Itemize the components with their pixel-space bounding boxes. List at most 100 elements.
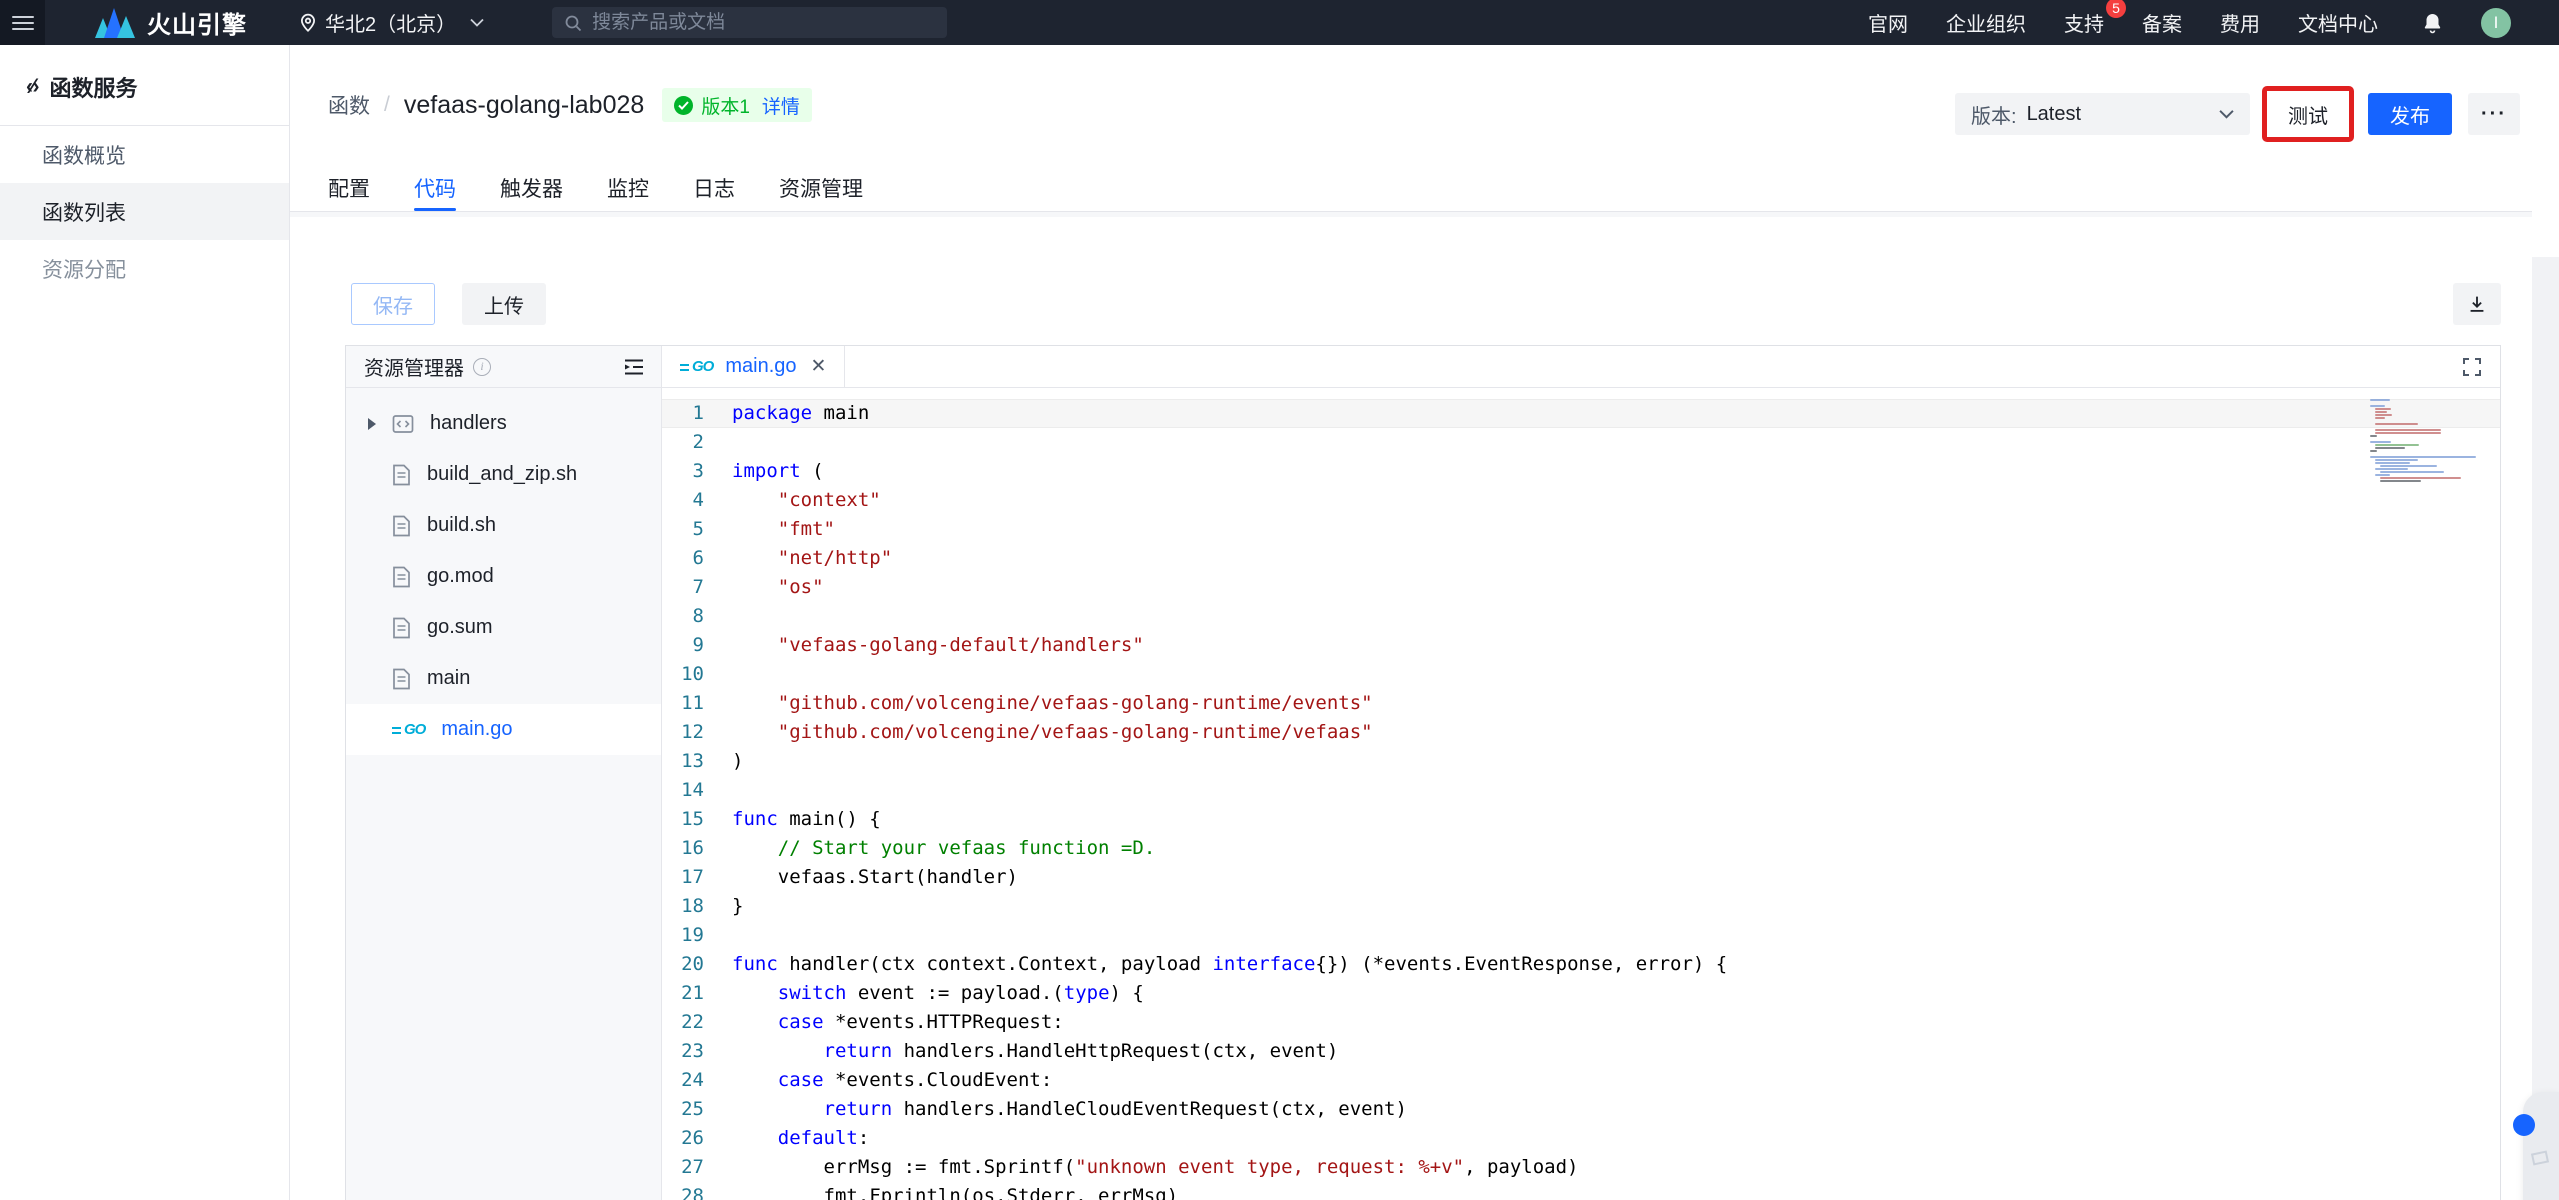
line-number: 14 [662,776,716,805]
chevron-right-icon[interactable] [368,418,376,430]
minimap-line [2375,417,2386,419]
sidebar-item[interactable]: 函数列表 [0,183,289,240]
line-number: 13 [662,747,716,776]
nav-menu-item-3[interactable]: 支持5 [2064,8,2104,37]
nav-menu-item-1[interactable]: 官网 [1868,8,1908,37]
line-number: 6 [662,544,716,573]
helper-glyph-icon [2531,1150,2549,1165]
file-item-build_and_zip.sh[interactable]: build_and_zip.sh [346,449,661,500]
publish-button[interactable]: 发布 [2368,93,2452,135]
minimap-line [2370,435,2377,437]
line-number: 28 [662,1182,716,1200]
version-select-label: 版本: [1971,100,2017,129]
line-number: 4 [662,486,716,515]
hamburger-menu-button[interactable] [0,0,45,45]
nav-menu-item-2[interactable]: 企业组织 [1946,8,2026,37]
version-select[interactable]: 版本: Latest [1955,93,2250,135]
info-circle-icon[interactable]: i [473,358,491,376]
code-text: func main() { [716,805,881,834]
file-item-go.mod[interactable]: go.mod [346,551,661,602]
close-tab-icon[interactable]: ✕ [811,355,827,378]
version-detail-link[interactable]: 详情 [762,92,800,119]
location-pin-icon [299,13,317,33]
code-line-21: 21 switch event := payload.(type) { [662,979,2500,1008]
code-toolbar: 保存 上传 [351,283,546,325]
file-item-main[interactable]: main [346,653,661,704]
tab-触发器[interactable]: 触发器 [500,165,563,211]
file-item-go.sum[interactable]: go.sum [346,602,661,653]
file-explorer: 资源管理器 i handlersbuild_and_zip.sh build.sh… [346,346,662,1200]
code-text: errMsg := fmt.Sprintf("unknown event typ… [716,1153,1579,1182]
code-line-17: 17 vefaas.Start(handler) [662,863,2500,892]
file-icon [392,668,411,690]
check-circle-icon [674,96,693,115]
code-text: "github.com/volcengine/vefaas-golang-run… [716,689,1373,718]
notification-bell-icon[interactable] [2422,12,2443,34]
explorer-header: 资源管理器 i [346,346,661,388]
page-scroll-gutter [2532,257,2559,1200]
line-number: 16 [662,834,716,863]
navbar-right-menu: 官网 企业组织 支持5 备案 费用 文档中心 I [1868,8,2559,38]
test-button[interactable]: 测试 [2269,93,2347,135]
tab-配置[interactable]: 配置 [328,165,370,211]
line-number: 27 [662,1153,716,1182]
code-line-27: 27 errMsg := fmt.Sprintf("unknown event … [662,1153,2500,1182]
upload-button[interactable]: 上传 [462,283,546,325]
file-name: build.sh [427,514,496,537]
region-selector[interactable]: 华北2（北京） [299,8,492,37]
hamburger-icon [12,12,34,34]
download-icon [2466,293,2488,315]
line-number: 23 [662,1037,716,1066]
function-tabs: 配置代码触发器监控日志资源管理 [328,165,2499,211]
top-navbar: 火山引擎 华北2（北京） 官网 企业组织 支持5 备案 费用 文档中心 I [0,0,2559,45]
floating-helper-widget[interactable] [2523,1092,2559,1200]
line-number: 26 [662,1124,716,1153]
collapse-explorer-icon[interactable] [623,357,645,377]
tab-资源管理[interactable]: 资源管理 [779,165,863,211]
code-text: "os" [716,573,824,602]
code-line-12: 12 "github.com/volcengine/vefaas-golang-… [662,718,2500,747]
tab-监控[interactable]: 监控 [607,165,649,211]
user-avatar[interactable]: I [2481,8,2511,38]
code-area[interactable]: 1package main23import (4 "context"5 "fmt… [662,388,2500,1200]
version-badge: 版本1 详情 [662,88,812,122]
tab-代码[interactable]: 代码 [414,165,456,211]
file-item-build.sh[interactable]: build.sh [346,500,661,551]
file-icon [392,515,411,537]
brand-logo[interactable]: 火山引擎 [95,5,247,40]
sidebar-item[interactable]: 资源分配 [0,240,289,297]
editor-pane: GO main.go ✕ 1package main23import (4 "c… [662,346,2500,1200]
go-file-icon: GO [392,721,425,738]
nav-menu-item-6[interactable]: 文档中心 [2298,8,2378,37]
minimap-line [2370,456,2476,458]
search-input[interactable] [592,12,935,34]
file-item-main.go[interactable]: GOmain.go [346,704,661,755]
code-line-4: 4 "context" [662,486,2500,515]
tab-日志[interactable]: 日志 [693,165,735,211]
breadcrumb-functions-link[interactable]: 函数 [328,90,370,120]
line-number: 18 [662,892,716,921]
code-line-3: 3import ( [662,457,2500,486]
search-icon [564,14,582,32]
code-line-23: 23 return handlers.HandleHttpRequest(ctx… [662,1037,2500,1066]
code-line-13: 13) [662,747,2500,776]
editor-tab-main-go[interactable]: GO main.go ✕ [662,346,845,387]
line-number: 20 [662,950,716,979]
code-line-11: 11 "github.com/volcengine/vefaas-golang-… [662,689,2500,718]
code-text [716,602,732,631]
code-text: // Start your vefaas function =D. [716,834,1155,863]
sidebar-item[interactable]: 函数概览 [0,126,289,183]
nav-menu-item-4[interactable]: 备案 [2142,8,2182,37]
minimap-line [2375,429,2441,431]
code-text [716,921,732,950]
more-actions-button[interactable]: ··· [2468,93,2520,135]
line-number: 17 [662,863,716,892]
file-item-handlers[interactable]: handlers [346,398,661,449]
code-line-24: 24 case *events.CloudEvent: [662,1066,2500,1095]
nav-menu-item-5[interactable]: 费用 [2220,8,2260,37]
download-button[interactable] [2453,283,2501,325]
fullscreen-icon[interactable] [2460,355,2484,379]
save-button[interactable]: 保存 [351,283,435,325]
minimap-line [2380,465,2438,467]
minimap[interactable] [2370,399,2494,483]
